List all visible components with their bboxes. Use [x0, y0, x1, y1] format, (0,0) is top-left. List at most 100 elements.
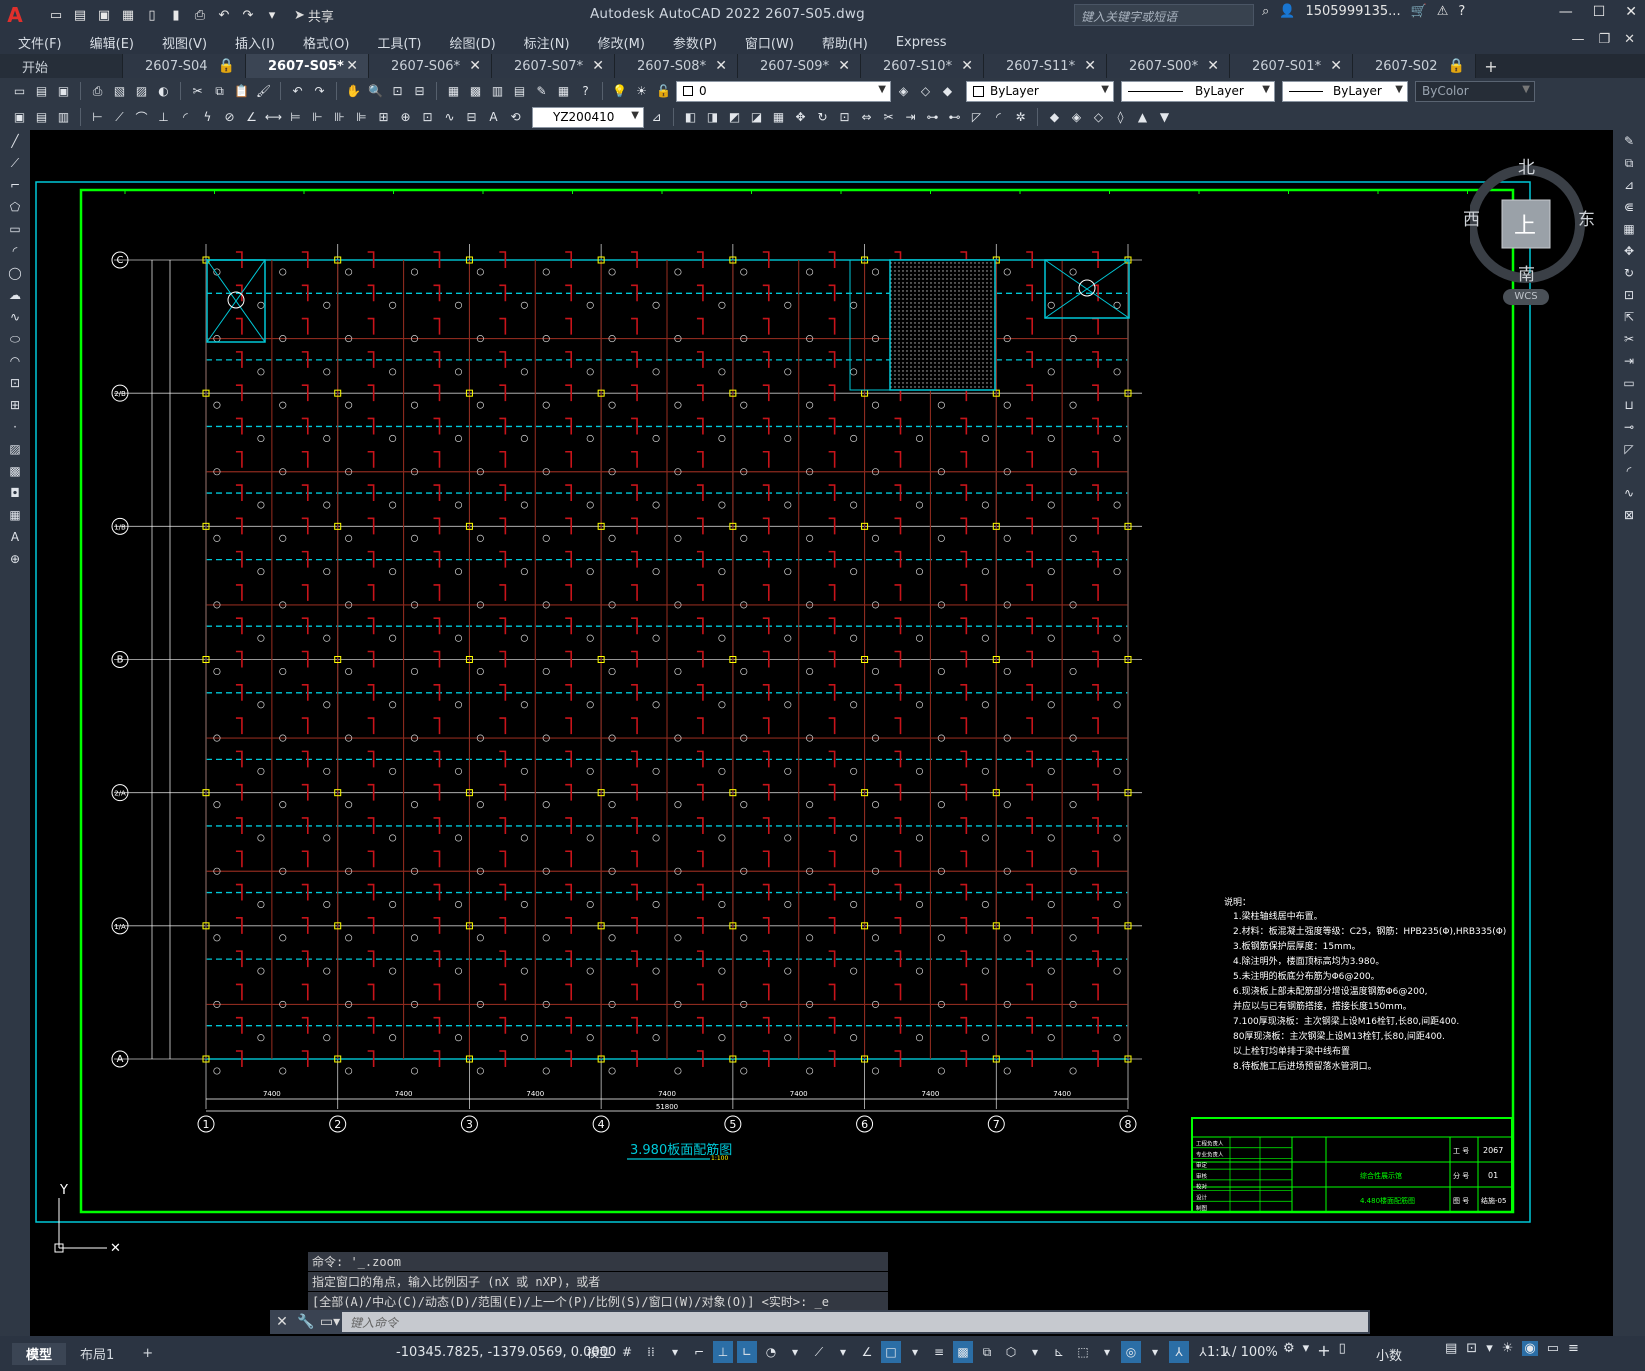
trim-icon[interactable]: ✂ [879, 108, 898, 127]
menu-window[interactable]: 窗口(W) [745, 33, 794, 52]
move-icon[interactable]: ✥ [1613, 240, 1645, 262]
drawing-viewport[interactable]: 1 2 3 4 5 6 7 8 C 2/B 1/B B 2/A 1/A A 7400 7400 7400 7400 7… [30, 130, 1613, 1360]
fillet-icon[interactable]: ◜ [1613, 460, 1645, 482]
layer-states-icon[interactable]: ◆ [938, 82, 957, 101]
save-as-icon[interactable]: ▦ [118, 5, 138, 25]
tab-start[interactable]: 开始 [0, 54, 123, 78]
dynamic-input-icon[interactable]: ⊥ [713, 1341, 733, 1363]
customization-icon[interactable]: ≡ [1568, 1341, 1579, 1356]
markup-icon[interactable]: ✎ [532, 82, 551, 101]
coordinates-readout[interactable]: -10345.7825, -1379.0569, 0.0000 [396, 1345, 616, 1360]
dim-text-edit-icon[interactable]: A [484, 108, 503, 127]
make-block-icon[interactable]: ▣ [10, 108, 29, 127]
attribute-icon[interactable]: ▥ [54, 108, 73, 127]
cut-icon[interactable]: ✂ [188, 82, 207, 101]
menu-tools[interactable]: 工具(T) [377, 33, 421, 52]
close-icon[interactable]: ✕ [469, 58, 481, 74]
3d-dwf-icon[interactable]: ◐ [154, 82, 173, 101]
close-icon[interactable]: ✕ [715, 58, 727, 74]
lock-ui-icon[interactable]: ⊡ [1466, 1341, 1477, 1356]
customize-qat-icon[interactable]: ▾ [262, 5, 282, 25]
ellipse-icon[interactable]: ⬭ [0, 328, 30, 350]
polar-menu-icon[interactable]: ▾ [785, 1341, 805, 1363]
tab-file-active[interactable]: 2607-S05* ✕ [246, 54, 369, 78]
gizmo-menu-icon[interactable]: ▾ [1145, 1341, 1165, 1363]
layer-freeze-icon[interactable]: ☀ [632, 82, 651, 101]
design-center-icon[interactable]: ▩ [466, 82, 485, 101]
selection-filter-icon[interactable]: ⬚ [1073, 1341, 1093, 1363]
units-icon[interactable]: ▯ [1339, 1341, 1346, 1360]
copy-icon[interactable]: ⧉ [210, 82, 229, 101]
polar-icon[interactable]: ◔ [761, 1341, 781, 1363]
compass-south[interactable]: 南 [1518, 260, 1535, 285]
object-snap-tracking-icon[interactable]: ∠ [857, 1341, 877, 1363]
break-icon[interactable]: ⊔ [1613, 394, 1645, 416]
radius-dim-icon[interactable]: ◜ [176, 108, 195, 127]
isolate-objects-icon[interactable]: ☀ [1502, 1341, 1514, 1356]
undo-icon[interactable]: ↶ [288, 82, 307, 101]
new-tab-button[interactable]: + [1476, 54, 1506, 78]
line-icon[interactable]: ╱ [0, 130, 30, 152]
isodraft-menu-icon[interactable]: ▾ [833, 1341, 853, 1363]
compass-east[interactable]: 东 [1578, 205, 1595, 230]
dimstyle-dropdown[interactable]: YZ200410 ▼ [532, 106, 644, 128]
match-properties-icon[interactable]: 🖌 [254, 82, 273, 101]
tab-file[interactable]: 2607-S02 🔒 [1353, 54, 1476, 78]
construction-line-icon[interactable]: ⟋ [0, 152, 30, 174]
plot-icon[interactable]: ⎙ [88, 82, 107, 101]
extend-icon[interactable]: ⇥ [901, 108, 920, 127]
spline-icon[interactable]: ∿ [0, 306, 30, 328]
arc-length-icon[interactable]: ⌒ [132, 108, 151, 127]
trim-icon[interactable]: ✂ [1613, 328, 1645, 350]
ortho-icon[interactable]: ∟ [737, 1341, 757, 1363]
arc-icon[interactable]: ◜ [0, 240, 30, 262]
close-icon[interactable]: ✕ [1330, 58, 1342, 74]
layer-previous-icon[interactable]: ◇ [916, 82, 935, 101]
menu-express[interactable]: Express [896, 35, 947, 50]
rectangle-icon[interactable]: ▭ [0, 218, 30, 240]
dim-space-icon[interactable]: ⊪ [330, 108, 349, 127]
3d-box-icon[interactable]: ◆ [1045, 108, 1064, 127]
menu-format[interactable]: 格式(O) [303, 33, 349, 52]
3d-revolve-icon[interactable]: ▼ [1155, 108, 1174, 127]
grid-icon[interactable]: # [617, 1341, 637, 1363]
explode-icon[interactable]: ✲ [1011, 108, 1030, 127]
zoom-previous-icon[interactable]: ⊟ [410, 82, 429, 101]
compass-north[interactable]: 北 [1518, 153, 1535, 178]
share-button[interactable]: ➤ 共享 [294, 6, 334, 25]
selection-filter-menu-icon[interactable]: ▾ [1097, 1341, 1117, 1363]
close-icon[interactable]: ✕ [346, 58, 358, 74]
stretch-icon[interactable]: ⇱ [1613, 306, 1645, 328]
user-name[interactable]: 1505999135... [1305, 4, 1400, 19]
menu-edit[interactable]: 编辑(E) [90, 33, 134, 52]
plot-icon[interactable]: ⎙ [190, 5, 210, 25]
lineweight-dropdown[interactable]: ByLayer ▼ [1282, 80, 1408, 102]
3d-osnap-icon[interactable]: ⬡ [1001, 1341, 1021, 1363]
layer-on-icon[interactable]: 💡 [610, 82, 629, 101]
multiline-text-icon[interactable]: A [0, 526, 30, 548]
help-icon[interactable]: ? [1458, 4, 1465, 19]
menu-modify[interactable]: 修改(M) [598, 33, 645, 52]
snap-menu-icon[interactable]: ▾ [665, 1341, 685, 1363]
make-block-icon[interactable]: ⊞ [0, 394, 30, 416]
minimize-button[interactable]: — [1559, 4, 1573, 20]
selection-cycling-icon[interactable]: ⧉ [977, 1341, 997, 1363]
tab-file[interactable]: 2607-S11* ✕ [984, 54, 1107, 78]
zoom-realtime-icon[interactable]: 🔍 [366, 82, 385, 101]
linear-dim-icon[interactable]: ⊢ [88, 108, 107, 127]
search-icon[interactable]: ⌕ [1262, 4, 1269, 19]
workspace-menu-icon[interactable]: ▾ [1303, 1341, 1310, 1360]
continue-dim-icon[interactable]: ⊩ [308, 108, 327, 127]
3d-rotate-icon[interactable]: ◇ [1089, 108, 1108, 127]
explode-icon[interactable]: ⊠ [1613, 504, 1645, 526]
offset-icon[interactable]: ◪ [747, 108, 766, 127]
tool-palettes-icon[interactable]: ▥ [488, 82, 507, 101]
quick-properties-icon[interactable]: ▤ [1445, 1341, 1457, 1356]
pan-icon[interactable]: ✋ [344, 82, 363, 101]
tab-file[interactable]: 2607-S01* ✕ [1230, 54, 1353, 78]
open-icon[interactable]: ▤ [32, 82, 51, 101]
tab-file[interactable]: 2607-S07* ✕ [492, 54, 615, 78]
table-icon[interactable]: ▦ [0, 504, 30, 526]
save-icon[interactable]: ▣ [94, 5, 114, 25]
menu-view[interactable]: 视图(V) [162, 33, 207, 52]
